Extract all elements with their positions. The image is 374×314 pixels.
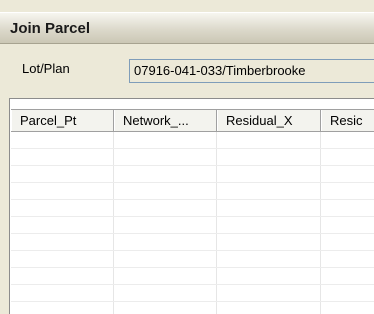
table-cell[interactable]: [321, 234, 374, 250]
join-parcel-panel: Join Parcel Lot/Plan 07916-041-033/Timbe…: [0, 0, 374, 314]
table-cell[interactable]: [11, 166, 114, 182]
table-row[interactable]: [11, 200, 374, 217]
table-cell[interactable]: [114, 149, 217, 165]
table-row[interactable]: [11, 166, 374, 183]
table-cell[interactable]: [321, 251, 374, 267]
table-cell[interactable]: [321, 149, 374, 165]
table-cell[interactable]: [11, 234, 114, 250]
table-cell[interactable]: [217, 132, 321, 148]
table-row[interactable]: [11, 268, 374, 285]
table-cell[interactable]: [321, 302, 374, 314]
table-row[interactable]: [11, 132, 374, 149]
table-cell[interactable]: [217, 268, 321, 284]
table-cell[interactable]: [114, 166, 217, 182]
table-cell[interactable]: [114, 251, 217, 267]
table-cell[interactable]: [321, 183, 374, 199]
table-cell[interactable]: [114, 183, 217, 199]
table-cell[interactable]: [321, 200, 374, 216]
table-cell[interactable]: [11, 200, 114, 216]
column-header-residual-x[interactable]: Residual_X: [217, 110, 321, 131]
table-row[interactable]: [11, 251, 374, 268]
table-cell[interactable]: [11, 217, 114, 233]
parcel-grid[interactable]: Parcel_Pt Network_... Residual_X Resic: [9, 98, 374, 314]
lot-plan-field[interactable]: 07916-041-033/Timberbrooke: [129, 59, 374, 83]
table-cell[interactable]: [114, 132, 217, 148]
table-cell[interactable]: [321, 285, 374, 301]
table-row[interactable]: [11, 302, 374, 314]
table-row[interactable]: [11, 217, 374, 234]
table-cell[interactable]: [321, 166, 374, 182]
table-row[interactable]: [11, 149, 374, 166]
table-cell[interactable]: [217, 302, 321, 314]
table-cell[interactable]: [217, 217, 321, 233]
column-header-residual-y[interactable]: Resic: [321, 110, 374, 131]
table-cell[interactable]: [114, 234, 217, 250]
table-cell[interactable]: [217, 251, 321, 267]
table-cell[interactable]: [217, 200, 321, 216]
table-cell[interactable]: [114, 200, 217, 216]
table-cell[interactable]: [114, 217, 217, 233]
table-cell[interactable]: [11, 268, 114, 284]
table-cell[interactable]: [217, 166, 321, 182]
grid-rows: [11, 132, 374, 314]
table-row[interactable]: [11, 183, 374, 200]
table-cell[interactable]: [217, 234, 321, 250]
panel-title: Join Parcel: [10, 20, 91, 37]
grid-top-strip: [11, 99, 374, 109]
column-header-parcel-pt[interactable]: Parcel_Pt: [11, 110, 114, 131]
table-cell[interactable]: [11, 285, 114, 301]
table-cell[interactable]: [321, 217, 374, 233]
table-cell[interactable]: [114, 285, 217, 301]
table-cell[interactable]: [321, 132, 374, 148]
table-cell[interactable]: [11, 183, 114, 199]
table-cell[interactable]: [114, 268, 217, 284]
panel-title-bar: Join Parcel: [0, 12, 374, 44]
table-cell[interactable]: [217, 149, 321, 165]
lot-plan-label: Lot/Plan: [22, 61, 70, 76]
table-cell[interactable]: [217, 285, 321, 301]
table-cell[interactable]: [217, 183, 321, 199]
table-cell[interactable]: [114, 302, 217, 314]
table-row[interactable]: [11, 285, 374, 302]
table-row[interactable]: [11, 234, 374, 251]
table-cell[interactable]: [11, 132, 114, 148]
table-cell[interactable]: [11, 251, 114, 267]
table-cell[interactable]: [321, 268, 374, 284]
grid-header-row: Parcel_Pt Network_... Residual_X Resic: [11, 109, 374, 132]
column-header-network[interactable]: Network_...: [114, 110, 217, 131]
table-cell[interactable]: [11, 149, 114, 165]
table-cell[interactable]: [11, 302, 114, 314]
